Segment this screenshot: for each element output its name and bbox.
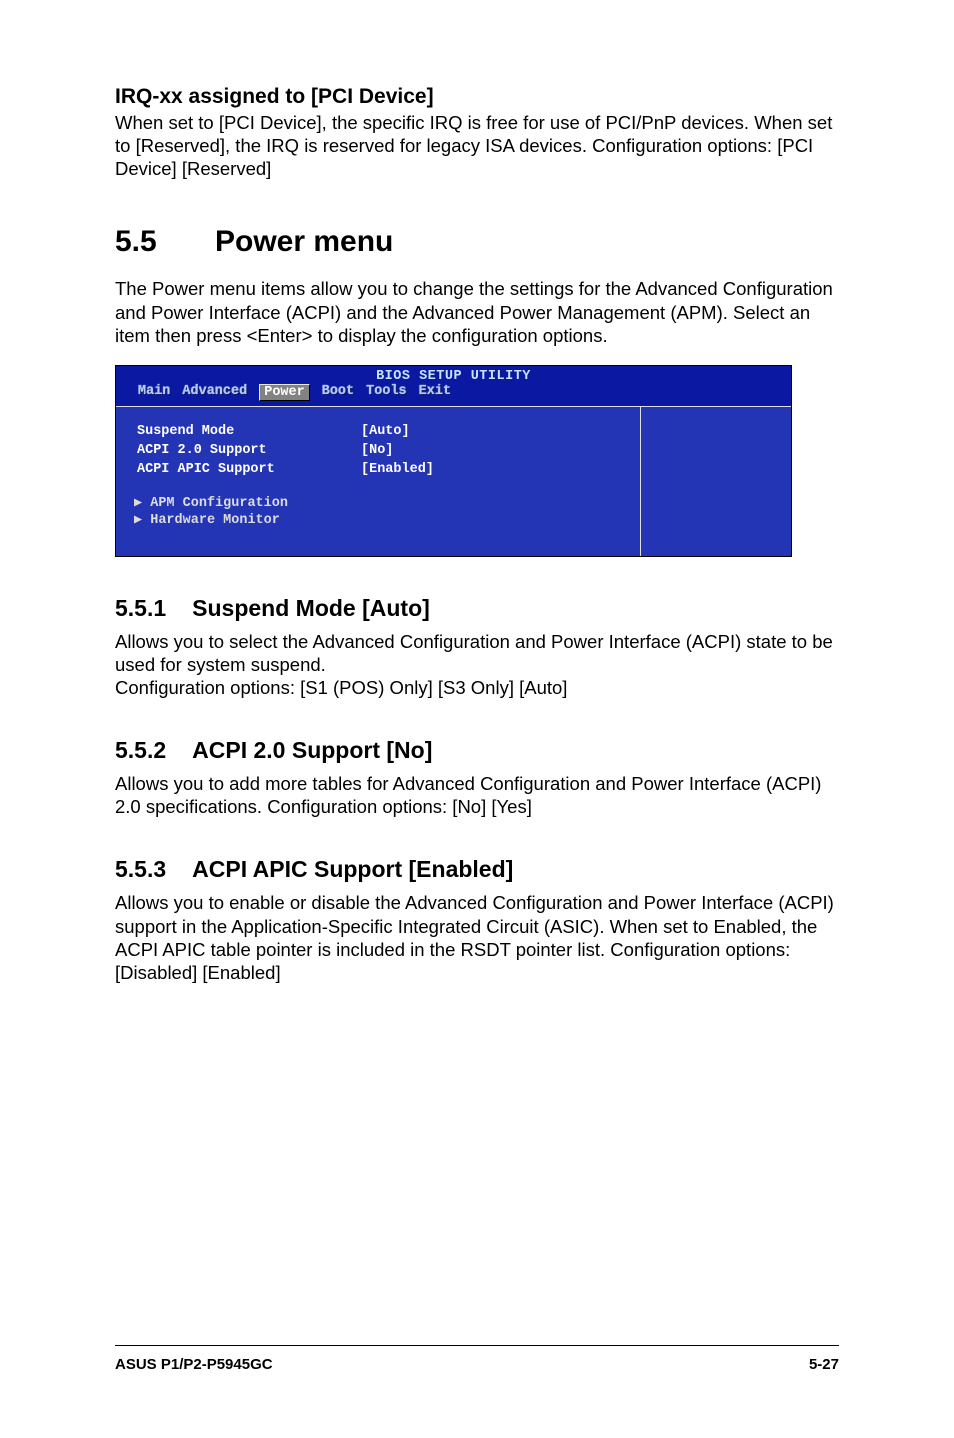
sub1-body-2: Configuration options: [S1 (POS) Only] [… <box>115 676 849 699</box>
bios-item-acpi-20[interactable]: ACPI 2.0 Support [No] <box>136 442 440 459</box>
sub1-heading: 5.5.1 Suspend Mode [Auto] <box>115 595 849 622</box>
footer: ASUS P1/P2-P5945GC 5-27 <box>115 1345 839 1373</box>
sub3-heading: 5.5.3 ACPI APIC Support [Enabled] <box>115 856 849 883</box>
bios-settings-table: Suspend Mode [Auto] ACPI 2.0 Support [No… <box>134 421 442 480</box>
power-menu-heading: 5.5Power menu <box>115 225 849 259</box>
bios-title: BIOS SETUP UTILITY <box>116 369 791 384</box>
power-menu-number: 5.5 <box>115 225 215 259</box>
sub3-number: 5.5.3 <box>115 856 166 883</box>
bios-item-label: ACPI APIC Support <box>136 461 358 478</box>
tab-boot[interactable]: Boot <box>322 384 354 401</box>
bios-tabs: Main Advanced Power Boot Tools Exit <box>116 384 791 403</box>
tab-main[interactable]: Main <box>138 384 170 401</box>
submenu-apm-config[interactable]: APM Configuration <box>134 494 626 511</box>
bios-item-value: [Auto] <box>360 423 440 440</box>
sub2-heading: 5.5.2 ACPI 2.0 Support [No] <box>115 737 849 764</box>
sub2-body: Allows you to add more tables for Advanc… <box>115 772 849 818</box>
bios-item-suspend-mode[interactable]: Suspend Mode [Auto] <box>136 423 440 440</box>
bios-item-acpi-apic[interactable]: ACPI APIC Support [Enabled] <box>136 461 440 478</box>
bios-item-value: [No] <box>360 442 440 459</box>
tab-exit[interactable]: Exit <box>419 384 451 401</box>
sub1-number: 5.5.1 <box>115 595 166 622</box>
sub2-title: ACPI 2.0 Support [No] <box>192 737 432 763</box>
sub3-title: ACPI APIC Support [Enabled] <box>192 856 513 882</box>
tab-tools[interactable]: Tools <box>366 384 407 401</box>
bios-submenus: APM Configuration Hardware Monitor <box>134 494 626 528</box>
bios-header: BIOS SETUP UTILITY Main Advanced Power B… <box>116 366 791 406</box>
submenu-hw-monitor[interactable]: Hardware Monitor <box>134 511 626 528</box>
sub1-title: Suspend Mode [Auto] <box>192 595 430 621</box>
bios-item-value: [Enabled] <box>360 461 440 478</box>
sub2-number: 5.5.2 <box>115 737 166 764</box>
footer-product: ASUS P1/P2-P5945GC <box>115 1356 273 1373</box>
sub3-body: Allows you to enable or disable the Adva… <box>115 891 849 984</box>
irq-body: When set to [PCI Device], the specific I… <box>115 111 849 180</box>
page: IRQ-xx assigned to [PCI Device] When set… <box>0 0 954 1438</box>
irq-heading: IRQ-xx assigned to [PCI Device] <box>115 85 849 109</box>
bios-body: Suspend Mode [Auto] ACPI 2.0 Support [No… <box>116 406 791 556</box>
footer-page: 5-27 <box>809 1356 839 1373</box>
power-menu-intro: The Power menu items allow you to change… <box>115 277 849 346</box>
tab-advanced[interactable]: Advanced <box>182 384 247 401</box>
sub1-body-1: Allows you to select the Advanced Config… <box>115 630 849 676</box>
tab-power[interactable]: Power <box>259 384 310 401</box>
bios-item-label: Suspend Mode <box>136 423 358 440</box>
bios-screenshot: BIOS SETUP UTILITY Main Advanced Power B… <box>115 365 792 557</box>
power-menu-title: Power menu <box>215 225 393 258</box>
bios-help-pane <box>640 407 791 556</box>
bios-settings-pane: Suspend Mode [Auto] ACPI 2.0 Support [No… <box>116 407 640 556</box>
bios-item-label: ACPI 2.0 Support <box>136 442 358 459</box>
